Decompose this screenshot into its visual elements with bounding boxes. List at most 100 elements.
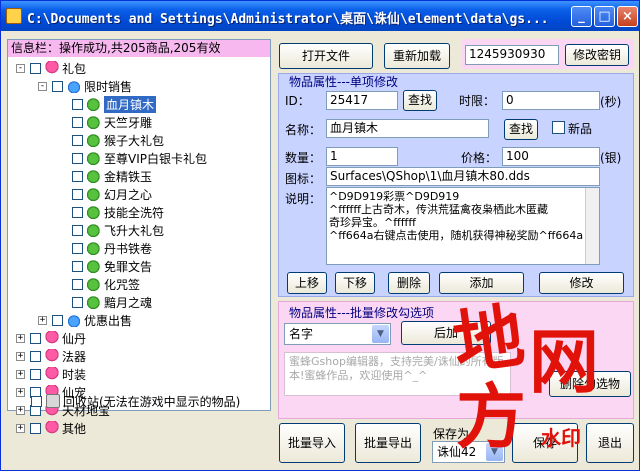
tree-item[interactable]: 技能全洗符 [72, 203, 164, 221]
checkbox[interactable] [72, 224, 83, 236]
name-input[interactable]: 血月镇木 [326, 119, 489, 138]
field-select[interactable]: 名字 ▼ [284, 323, 391, 345]
tree-node-category[interactable]: + 其他 [16, 419, 86, 437]
checkbox[interactable] [72, 188, 83, 200]
tree-label: 免罪文告 [104, 259, 153, 274]
batch-import-button[interactable]: 批量导入 [279, 423, 345, 463]
delete-button[interactable]: 删除 [388, 272, 430, 294]
checkbox[interactable] [72, 116, 83, 128]
checkbox[interactable] [72, 278, 83, 290]
gift-icon [45, 331, 59, 345]
quantity-label: 数量： [285, 151, 322, 165]
expand-icon[interactable]: + [16, 387, 25, 397]
move-up-button[interactable]: 上移 [287, 272, 327, 294]
checkbox[interactable] [30, 368, 41, 380]
checkbox[interactable] [72, 170, 83, 182]
tree-label: 时装 [62, 367, 87, 382]
tree-item[interactable]: 免罪文告 [72, 257, 152, 275]
maximize-button[interactable]: □ [594, 6, 615, 27]
find-id-button[interactable]: 查找 [403, 90, 437, 111]
new-item-checkbox[interactable] [552, 121, 565, 134]
checkbox[interactable] [52, 314, 63, 326]
checkbox[interactable] [30, 350, 41, 362]
checkbox[interactable] [30, 422, 41, 434]
checkbox[interactable] [72, 206, 83, 218]
tree-node-group[interactable]: - 限时销售 [38, 77, 132, 95]
collapse-icon[interactable]: - [16, 63, 25, 73]
checkbox[interactable] [72, 242, 83, 254]
checkbox[interactable] [30, 332, 41, 344]
tree-label: 礼包 [62, 61, 87, 76]
leaf-icon [87, 223, 101, 237]
group-title: 物品属性---单项修改 [289, 75, 398, 89]
collapse-icon[interactable]: - [38, 81, 47, 91]
checkbox[interactable] [72, 152, 83, 164]
tree-node-root[interactable]: - 礼包 [16, 59, 86, 77]
gift-icon [45, 421, 59, 435]
app-window: C:\Documents and Settings\Administrator\… [0, 0, 640, 471]
exit-button[interactable]: 退出 [586, 423, 634, 463]
tree-node-category[interactable]: + 法器 [16, 347, 86, 365]
chevron-down-icon[interactable]: ▼ [372, 325, 389, 343]
move-down-button[interactable]: 下移 [335, 272, 375, 294]
leaf-icon [87, 241, 101, 255]
minimize-button[interactable]: _ [571, 6, 592, 27]
batch-export-button[interactable]: 批量导出 [355, 423, 421, 463]
description-scrollbar[interactable] [585, 188, 599, 264]
info-bar: 信息栏：操作成功,共205商品,205有效 [8, 40, 270, 57]
new-item-label: 新品 [568, 122, 593, 136]
tree-item[interactable]: 金精铁玉 [72, 167, 152, 185]
checkbox[interactable] [72, 134, 83, 146]
tree-label: 猴子大礼包 [104, 133, 165, 148]
tree-label: 血月镇木 [104, 95, 157, 113]
tree-item[interactable]: 血月镇木 [72, 95, 157, 113]
tree-node-recycle[interactable]: 回收站(无法在游戏中显示的物品) [31, 392, 240, 410]
checkbox[interactable] [72, 260, 83, 272]
tree-item[interactable]: 黯月之魂 [72, 293, 152, 311]
tree-item[interactable]: 猴子大礼包 [72, 131, 164, 149]
checkbox[interactable] [72, 296, 83, 308]
drop-icon [67, 79, 81, 93]
id-input[interactable]: 25417 [326, 91, 398, 110]
expand-icon[interactable]: + [38, 315, 47, 325]
checkbox[interactable] [52, 80, 63, 92]
quantity-input[interactable]: 1 [326, 147, 398, 166]
expand-icon[interactable]: + [16, 333, 25, 343]
modify-button[interactable]: 修改 [539, 272, 624, 294]
open-file-button[interactable]: 打开文件 [279, 43, 373, 69]
item-tree-panel[interactable]: 信息栏：操作成功,共205商品,205有效 - 礼包 - 限时销售 血月镇木 天竺牙… [7, 39, 271, 436]
tree-item[interactable]: 丹书铁卷 [72, 239, 152, 257]
tree-label: 丹书铁卷 [104, 241, 153, 256]
tree-item[interactable]: 化咒签 [72, 275, 140, 293]
price-input[interactable]: 100 [502, 147, 600, 166]
checkbox[interactable] [30, 62, 41, 74]
time-input[interactable]: 0 [502, 91, 600, 110]
icon-path-input[interactable]: Surfaces\QShop\1\血月镇木80.dds [326, 167, 600, 186]
tree-item[interactable]: 飞升大礼包 [72, 221, 164, 239]
find-name-button[interactable]: 查找 [504, 119, 538, 140]
tree-item[interactable]: 天竺牙雕 [72, 113, 152, 131]
checkbox[interactable] [72, 98, 83, 110]
tree-node-category[interactable]: + 仙丹 [16, 329, 86, 347]
tree-label: 仙丹 [62, 331, 87, 346]
description-line: 奇珍异宝。^ffffff [329, 216, 416, 229]
expand-icon[interactable]: + [16, 405, 25, 415]
checkbox[interactable] [31, 395, 42, 407]
leaf-icon [87, 151, 101, 165]
tree-node-group[interactable]: + 优惠出售 [38, 311, 132, 329]
tree-node-category[interactable]: + 时装 [16, 365, 86, 383]
price-label: 价格： [461, 151, 498, 165]
key-input[interactable]: 1245930930 [465, 45, 559, 65]
close-button[interactable]: × [617, 6, 638, 27]
expand-icon[interactable]: + [16, 423, 25, 433]
expand-icon[interactable]: + [16, 351, 25, 361]
expand-icon[interactable]: + [16, 369, 25, 379]
name-label: 名称： [285, 123, 322, 137]
tree-item[interactable]: 幻月之心 [72, 185, 152, 203]
title-bar[interactable]: C:\Documents and Settings\Administrator\… [1, 1, 639, 31]
reload-button[interactable]: 重新加载 [384, 43, 450, 69]
description-textarea[interactable]: ^D9D919彩票^D9D919 ^ffffff上古奇木，传洪荒猛禽夜枭栖此木匿… [326, 187, 600, 265]
change-key-button[interactable]: 修改密钥 [565, 44, 629, 66]
watermark-char: 方 [456, 375, 526, 458]
tree-item[interactable]: 至尊VIP白银卡礼包 [72, 149, 207, 167]
